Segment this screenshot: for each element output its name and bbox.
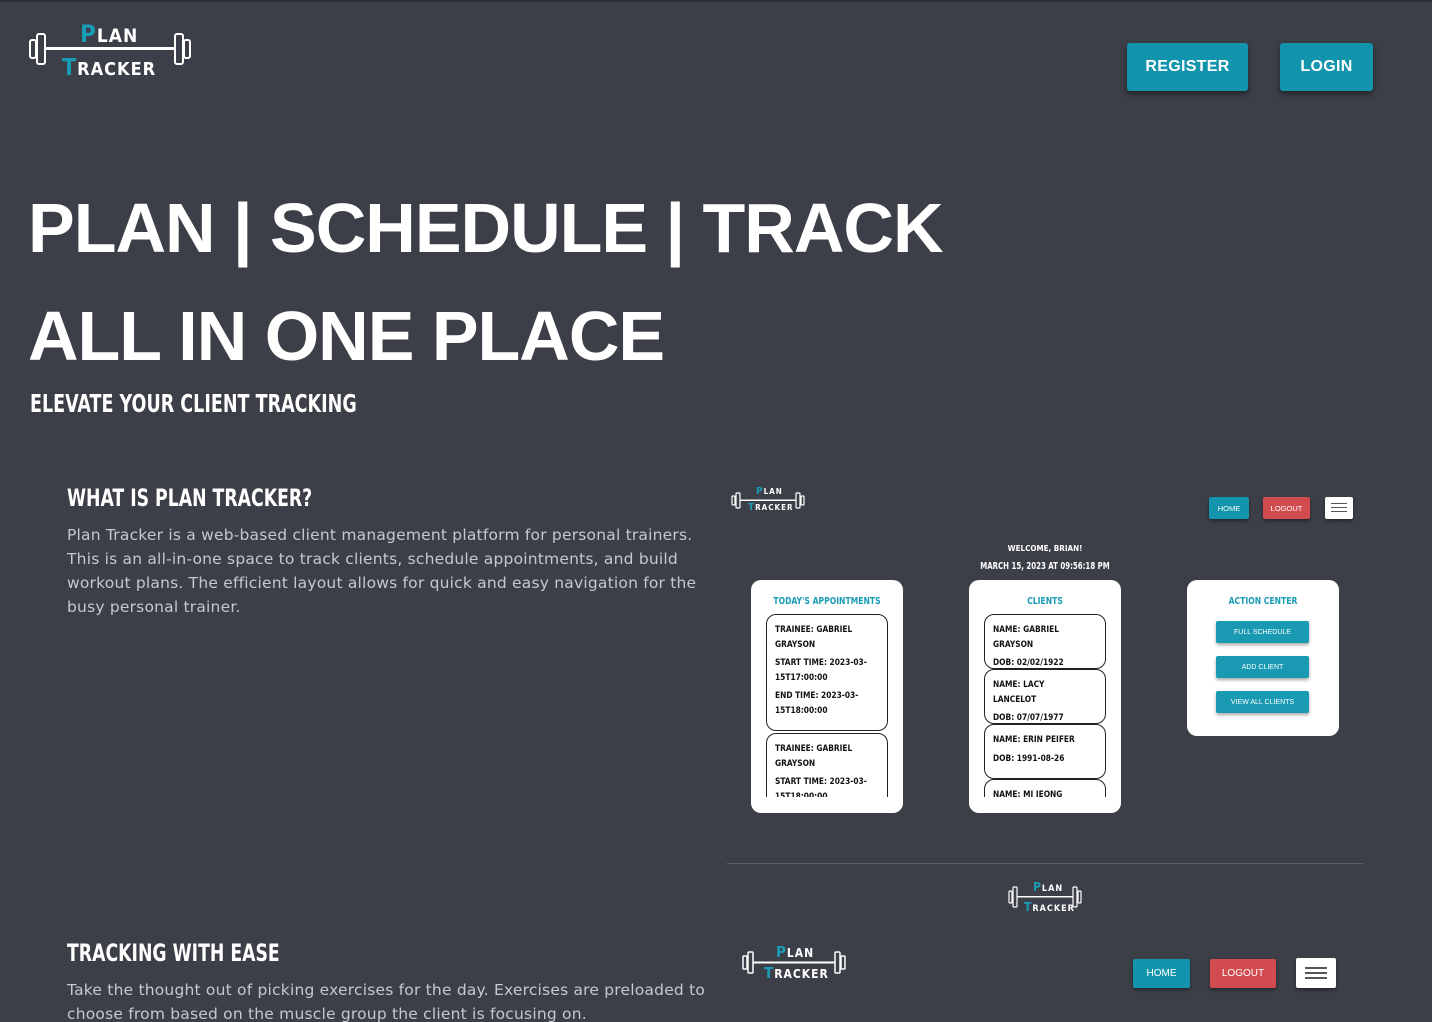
preview-logo-2: PLAN TRACKER xyxy=(742,944,846,982)
register-button[interactable]: REGISTER xyxy=(1127,43,1248,91)
preview-action-center-card: ACTION CENTER FULL SCHEDULE ADD CLIENT V… xyxy=(1187,580,1339,736)
section-body-tracking: Take the thought out of picking exercise… xyxy=(67,981,706,1022)
hero-headline: PLAN | SCHEDULE | TRACK xyxy=(28,189,944,267)
client-name: NAME: LACY LANCELOT xyxy=(993,680,1045,705)
client-name: NAME: MJ JEONG xyxy=(993,790,1063,797)
logo-p-letter: P xyxy=(1033,880,1042,894)
preview-clients-card: CLIENTS NAME: GABRIEL GRAYSON DOB: 02/02… xyxy=(969,580,1121,813)
logo-word-tracker: RACKER xyxy=(755,503,794,512)
plan-tracker-logo[interactable]: PLAN TRACKER xyxy=(28,22,192,80)
logo-p-letter: P xyxy=(80,20,97,48)
client-item: NAME: ERIN PEIFER DOB: 1991-08-26 xyxy=(984,724,1106,779)
appointments-title: TODAY'S APPOINTMENTS xyxy=(773,596,881,607)
preview-logo: PLAN TRACKER xyxy=(731,487,805,515)
preview-welcome: WELCOME, BRIAN! xyxy=(1007,544,1083,553)
preview-appointments-card: TODAY'S APPOINTMENTS TRAINEE: GABRIEL GR… xyxy=(751,580,903,813)
client-item: NAME: GABRIEL GRAYSON DOB: 02/02/1922 xyxy=(984,614,1106,669)
appointment-item: TRAINEE: GABRIEL GRAYSON START TIME: 202… xyxy=(766,614,888,731)
clients-list: NAME: GABRIEL GRAYSON DOB: 02/02/1922 NA… xyxy=(984,614,1106,797)
preview-datetime: MARCH 15, 2023 AT 09:56:18 PM xyxy=(980,561,1110,572)
logo-word-tracker: RACKER xyxy=(77,59,157,80)
preview2-logout-button: LOGOUT xyxy=(1210,959,1276,988)
client-item: NAME: LACY LANCELOT DOB: 07/07/1977 xyxy=(984,669,1106,724)
section-body-what-is: Plan Tracker is a web-based client manag… xyxy=(67,526,697,616)
full-schedule-button: FULL SCHEDULE xyxy=(1216,621,1309,643)
logo-word-tracker: RACKER xyxy=(1032,904,1075,914)
preview-logout-button: LOGOUT xyxy=(1263,497,1310,519)
client-name: NAME: ERIN PEIFER xyxy=(993,735,1075,745)
preview2-home-button: HOME xyxy=(1133,959,1190,988)
logo-p-letter: P xyxy=(776,943,787,961)
logo-t-letter: T xyxy=(764,964,775,982)
client-dob: DOB: 1991-08-26 xyxy=(993,753,1065,764)
appointment-start: START TIME: 2023-03-15T18:00:00 xyxy=(775,777,867,797)
section-heading-tracking: TRACKING WITH EASE xyxy=(67,939,280,967)
logo-word-plan: LAN xyxy=(96,25,139,47)
preview-home-button: HOME xyxy=(1209,497,1249,519)
appointment-end: END TIME: 2023-03-15T18:00:00 xyxy=(775,691,859,716)
client-item: NAME: MJ JEONG xyxy=(984,779,1106,797)
add-client-button: ADD CLIENT xyxy=(1216,656,1309,678)
section-heading-what-is: WHAT IS PLAN TRACKER? xyxy=(67,484,313,512)
hero-headline-2: ALL IN ONE PLACE xyxy=(28,297,665,375)
logo-t-letter: T xyxy=(62,55,78,81)
hero-subtitle: ELEVATE YOUR CLIENT TRACKING xyxy=(30,389,357,418)
preview-divider xyxy=(727,863,1363,864)
view-all-clients-button: VIEW ALL CLIENTS xyxy=(1216,691,1309,713)
appointments-list: TRAINEE: GABRIEL GRAYSON START TIME: 202… xyxy=(766,614,888,797)
top-border xyxy=(0,0,1432,2)
logo-word-plan: LAN xyxy=(763,487,783,496)
appointment-item: TRAINEE: GABRIEL GRAYSON START TIME: 202… xyxy=(766,733,888,797)
preview-logo-center: PLAN TRACKER xyxy=(1008,880,1082,916)
preview-menu-icon xyxy=(1325,497,1353,519)
logo-word-plan: LAN xyxy=(786,946,815,960)
appointment-trainee: TRAINEE: GABRIEL GRAYSON xyxy=(775,744,853,769)
logo-word-plan: LAN xyxy=(1041,884,1064,894)
logo-p-letter: P xyxy=(756,486,764,497)
client-name: NAME: GABRIEL GRAYSON xyxy=(993,625,1059,650)
clients-title: CLIENTS xyxy=(1027,596,1063,607)
logo-word-tracker: RACKER xyxy=(774,967,829,981)
appointment-trainee: TRAINEE: GABRIEL GRAYSON xyxy=(775,625,853,650)
appointment-start: START TIME: 2023-03-15T17:00:00 xyxy=(775,658,867,683)
action-center-title: ACTION CENTER xyxy=(1228,596,1298,607)
login-button[interactable]: LOGIN xyxy=(1280,43,1373,91)
preview2-menu-icon xyxy=(1296,958,1336,988)
